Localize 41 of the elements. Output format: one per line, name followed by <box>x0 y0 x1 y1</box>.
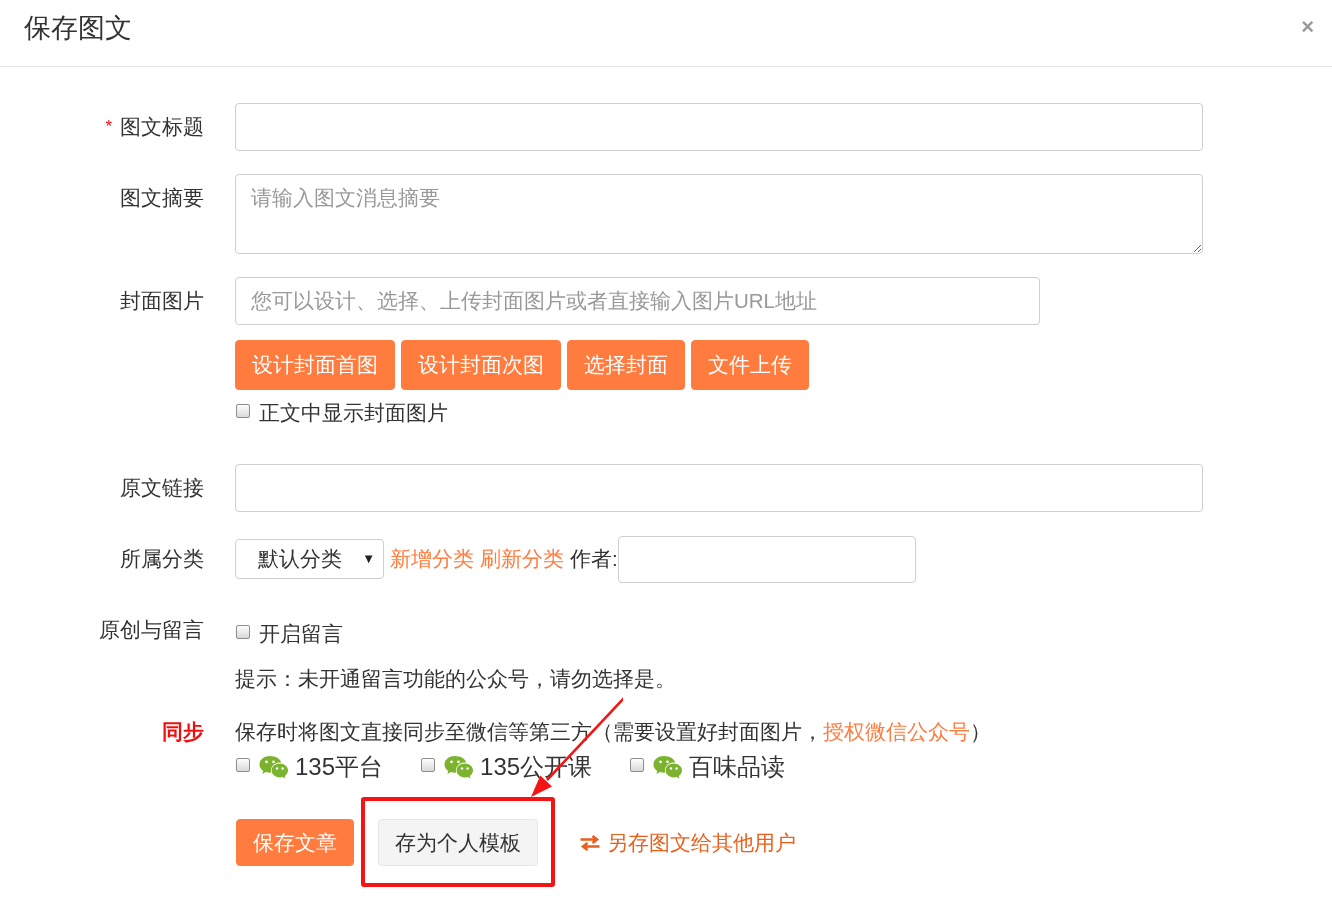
field-label: 封面图片 <box>120 289 204 313</box>
chat-bubbles-icon <box>259 754 288 780</box>
field-label: 原创与留言 <box>99 618 204 642</box>
checkbox-label: 正文中显示封面图片 <box>259 401 448 425</box>
field-label: 原文链接 <box>120 476 204 500</box>
save-copy-link[interactable]: 另存图文给其他用户 <box>579 830 796 855</box>
author-field[interactable] <box>617 535 916 583</box>
choose-cover-button[interactable]: 选择封面 <box>567 340 685 390</box>
authorize-link[interactable]: 授权微信公众号 <box>823 720 970 743</box>
design-cover-button[interactable]: 设计封面首图 <box>235 340 395 390</box>
input-field[interactable]: 您可以设计、选择、上传封面图片或者直接输入图片URL地址 <box>235 277 1040 325</box>
account-name: 135平台 <box>295 753 384 781</box>
checkbox[interactable] <box>630 758 645 772</box>
swap-arrows-icon <box>579 834 601 851</box>
input-field[interactable] <box>235 103 1203 151</box>
hint-text: 提示：未开通留言功能的公众号，请勿选择是。 <box>235 667 676 691</box>
chat-bubbles-icon <box>444 754 474 780</box>
textarea-field[interactable]: 请输入图文消息摘要 <box>235 174 1203 254</box>
field-label: 所属分类 <box>120 547 204 571</box>
upload-file-button[interactable]: 文件上传 <box>691 340 809 390</box>
close-button[interactable]: × <box>1297 14 1318 40</box>
input-field[interactable] <box>235 464 1203 512</box>
chat-bubbles-icon <box>653 754 683 780</box>
field-label: 图文标题 <box>120 115 204 139</box>
field-label: 图文摘要 <box>120 186 204 210</box>
checkbox[interactable] <box>236 758 250 772</box>
add-category-link[interactable]: 新增分类 <box>390 547 474 571</box>
sync-label: 同步 <box>162 720 204 744</box>
checkbox[interactable] <box>236 404 250 418</box>
author-label: 作者: <box>570 547 618 571</box>
dialog-title: 保存图文 <box>24 12 132 45</box>
checkbox[interactable] <box>421 758 436 772</box>
save-article-button[interactable]: 保存文章 <box>236 819 354 866</box>
design-second-cover-button[interactable]: 设计封面次图 <box>401 340 561 390</box>
refresh-category-link[interactable]: 刷新分类 <box>480 547 564 571</box>
category-select[interactable]: 默认分类 ▼ <box>235 539 384 579</box>
checkbox[interactable] <box>236 625 250 639</box>
account-name: 百味品读 <box>689 753 786 781</box>
required-mark: * <box>105 116 112 138</box>
checkbox-label: 开启留言 <box>259 622 343 646</box>
save-as-template-button[interactable]: 存为个人模板 <box>378 819 538 866</box>
